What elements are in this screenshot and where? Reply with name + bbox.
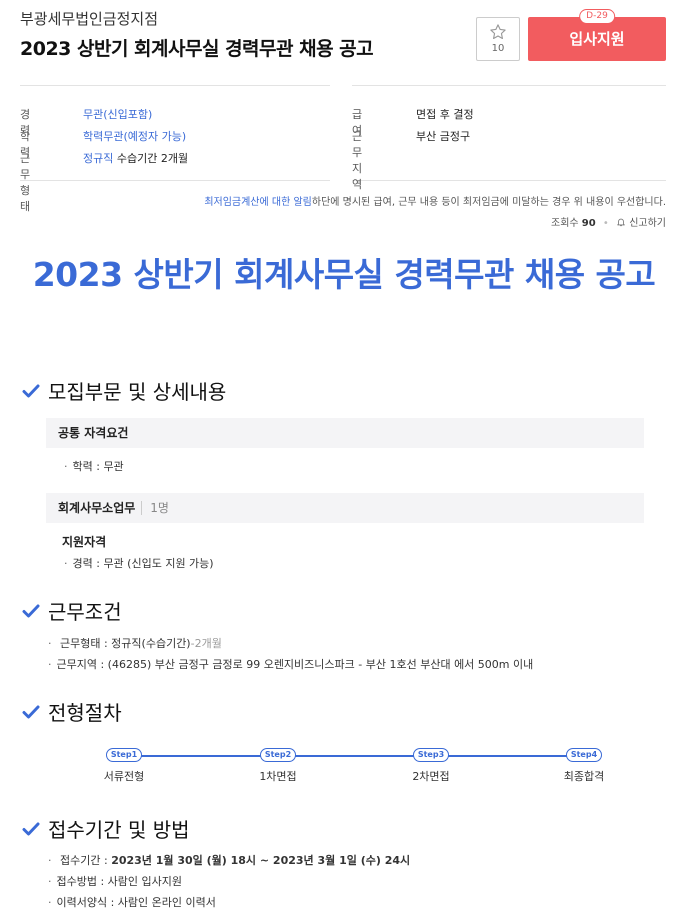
scrap-button[interactable]: 10 <box>476 17 520 61</box>
list-item: 경력 : 무관 (신입도 지원 가능) <box>64 555 214 571</box>
summary-divider <box>352 180 666 181</box>
scrap-count: 10 <box>491 43 505 54</box>
common-requirements-header: 공통 자격요건 <box>46 418 644 448</box>
report-button[interactable]: 신고하기 <box>616 218 666 229</box>
apply-label: 입사지원 <box>569 30 625 48</box>
list-item: 학력 : 무관 <box>64 458 124 474</box>
list-item: 근무형태 : 정규직(수습기간)-2개월 <box>48 635 222 651</box>
summary-label: 근무형태 <box>20 152 31 213</box>
worktype-text: 근무형태 : 정규직(수습기간) <box>60 637 191 650</box>
dept-header: 회계사무소업무 1명 <box>46 493 644 523</box>
star-icon <box>490 24 506 40</box>
summary-divider <box>352 85 666 86</box>
notice-text: 하단에 명시된 급여, 근무 내용 등이 최저임금에 미달하는 경우 위 내용이… <box>311 197 666 208</box>
minimum-wage-notice: 최저임금계산에 대한 알림하단에 명시된 급여, 근무 내용 등이 최저임금에 … <box>204 193 666 208</box>
section-application: 접수기간 및 방법 <box>22 814 190 843</box>
step-pill-2: Step2 <box>260 748 296 762</box>
process-steps: Step1 서류전형 Step2 1차면접 Step3 2차면접 Step4 최… <box>0 742 688 792</box>
section-title: 근무조건 <box>48 600 122 624</box>
list-item: 근무지역 : (46285) 부산 금정구 금정로 99 오렌지비즈니스파크 -… <box>48 656 534 672</box>
apply-button[interactable]: D-29 입사지원 <box>528 9 666 61</box>
minimum-wage-link[interactable]: 최저임금계산에 대한 알림 <box>204 197 312 208</box>
bell-icon <box>617 218 625 227</box>
qualification-label: 지원자격 <box>62 535 107 549</box>
list-item: 접수방법 : 사람인 입사지원 <box>48 873 183 889</box>
check-icon <box>22 604 40 617</box>
period-value: 2023년 1월 30일 (월) 18시 ~ 2023년 3월 1일 (수) 2… <box>111 854 411 867</box>
period-label: 접수기간 : <box>60 854 112 867</box>
job-title: 2023 상반기 회계사무실 경력무관 채용 공고 <box>20 38 374 60</box>
summary-value: 면접 후 결정 <box>416 108 474 121</box>
meta-separator: • <box>602 218 609 229</box>
list-item: 이력서양식 : 사람인 온라인 이력서 <box>48 894 216 910</box>
worktype-value[interactable]: 정규직 <box>83 152 113 165</box>
list-item: 접수기간 : 2023년 1월 30일 (월) 18시 ~ 2023년 3월 1… <box>48 852 410 868</box>
step-pill-4: Step4 <box>566 748 602 762</box>
step-pill-3: Step3 <box>413 748 449 762</box>
dept-count: 1명 <box>141 501 169 515</box>
common-requirements-label: 공통 자격요건 <box>58 426 129 440</box>
dept-label: 회계사무소업무 <box>58 501 136 515</box>
views-count: 90 <box>581 218 596 229</box>
section-title: 전형절차 <box>48 701 122 725</box>
section-process: 전형절차 <box>22 697 122 726</box>
summary-value[interactable]: 무관(신입포함) <box>83 106 152 122</box>
summary-value: 정규직 수습기간 2개월 <box>83 150 188 166</box>
summary-divider <box>20 85 330 86</box>
section-title: 모집부문 및 상세내용 <box>48 380 227 404</box>
view-meta: 조회수 90 • 신고하기 <box>551 214 666 229</box>
company-name[interactable]: 부광세무법인금정지점 <box>20 8 158 29</box>
summary-value: 부산 금정구 <box>416 130 471 143</box>
step-label-4: 최종합격 <box>563 770 605 783</box>
check-icon <box>22 705 40 718</box>
dday-badge: D-29 <box>579 9 615 24</box>
worktype-extra: 수습기간 2개월 <box>116 152 189 165</box>
section-title: 접수기간 및 방법 <box>48 818 190 842</box>
summary-label: 근무지역 <box>352 130 363 191</box>
check-icon <box>22 822 40 835</box>
worktype-period: -2개월 <box>190 637 222 650</box>
section-conditions: 근무조건 <box>22 596 122 625</box>
check-icon <box>22 384 40 397</box>
step-label-1: 서류전형 <box>103 770 145 783</box>
step-label-2: 1차면접 <box>259 770 297 783</box>
step-pill-1: Step1 <box>106 748 142 762</box>
detail-title: 2023 상반기 회계사무실 경력무관 채용 공고 <box>32 255 656 294</box>
summary-divider <box>20 180 330 181</box>
views-label: 조회수 <box>551 218 579 229</box>
step-label-3: 2차면접 <box>412 770 450 783</box>
report-label: 신고하기 <box>629 218 666 229</box>
summary-value[interactable]: 학력무관(예정자 가능) <box>83 128 186 144</box>
section-recruit: 모집부문 및 상세내용 <box>22 376 226 405</box>
step-connector <box>128 755 586 757</box>
